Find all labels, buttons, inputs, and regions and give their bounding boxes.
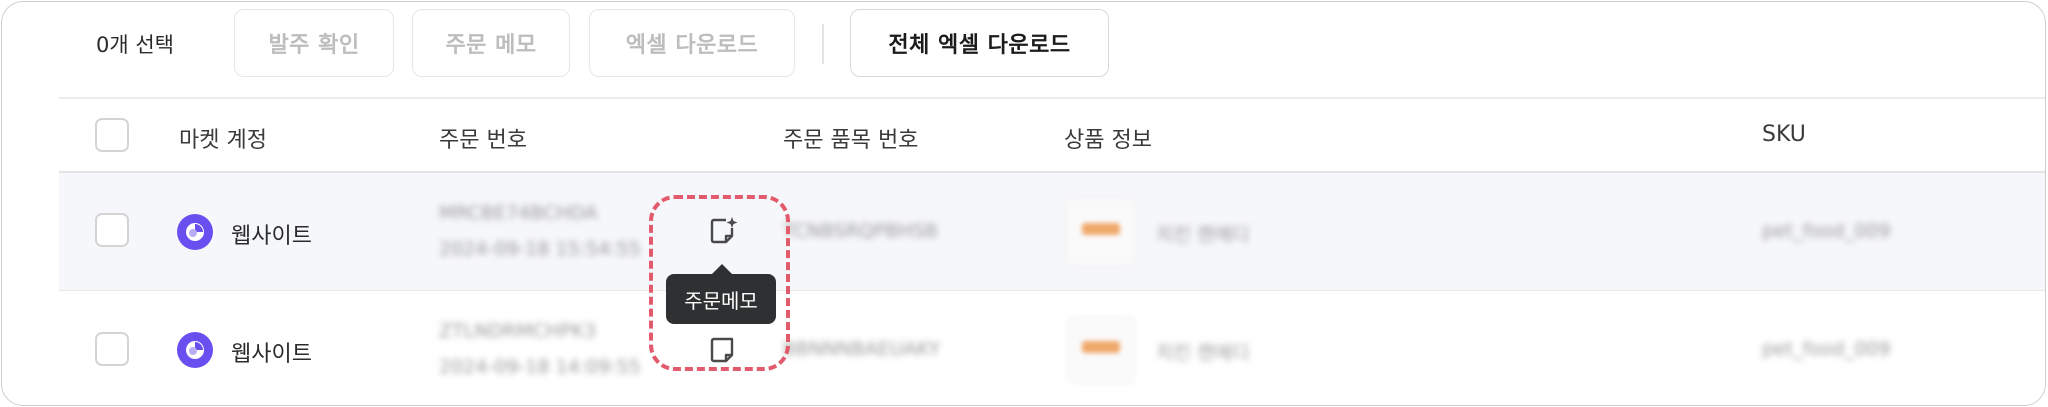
- product-thumbnail: [1067, 316, 1135, 384]
- market-name: 웹사이트: [231, 224, 312, 249]
- toolbar-divider: [822, 24, 824, 64]
- sku-value: pet_food_009: [1762, 220, 1891, 242]
- row-checkbox[interactable]: [95, 213, 129, 247]
- select-all-checkbox[interactable]: [95, 118, 129, 152]
- column-order-item-number: 주문 품목 번호: [783, 128, 919, 153]
- product-badge: [1082, 341, 1120, 353]
- order-datetime: 2024-09-18 14:09:55: [439, 356, 641, 378]
- full-excel-download-button[interactable]: 전체 엑셀 다운로드: [850, 9, 1109, 77]
- table-row[interactable]: [59, 173, 2045, 290]
- product-thumbnail: [1067, 198, 1135, 266]
- sku-value: pet_food_009: [1762, 338, 1891, 360]
- order-item-number: BBNNNBAEUAKY: [783, 338, 941, 360]
- order-number: MRCBE74BCHDA: [439, 202, 598, 224]
- order-datetime: 2024-09-18 15:54:55: [439, 238, 641, 260]
- order-list-panel: 0개 선택 발주 확인 주문 메모 엑셀 다운로드 전체 엑셀 다운로드 마켓 …: [1, 1, 2046, 406]
- market-name: 웹사이트: [231, 342, 312, 367]
- column-product-info: 상품 정보: [1064, 128, 1152, 153]
- product-name[interactable]: 치킨 캔에디: [1156, 338, 1249, 365]
- column-market-account: 마켓 계정: [179, 128, 267, 153]
- product-badge: [1082, 223, 1120, 235]
- market-logo-icon: [177, 332, 213, 368]
- order-item-number: TCNBSRQPBHSB: [783, 220, 938, 242]
- order-number: ZTLNDRMCHPK3: [439, 320, 597, 342]
- column-order-number: 주문 번호: [439, 128, 527, 153]
- product-name[interactable]: 치킨 캔에디: [1156, 220, 1249, 247]
- table-header: 마켓 계정 주문 번호 주문 품목 번호 상품 정보 SKU: [2, 98, 2045, 171]
- toolbar: 0개 선택 발주 확인 주문 메모 엑셀 다운로드 전체 엑셀 다운로드: [2, 2, 2045, 97]
- market-logo-icon: [177, 214, 213, 250]
- table-row[interactable]: [59, 291, 2045, 405]
- column-sku: SKU: [1762, 122, 1806, 147]
- row-checkbox[interactable]: [95, 332, 129, 366]
- confirm-order-button[interactable]: 발주 확인: [234, 9, 394, 77]
- selected-count: 0개 선택: [96, 33, 174, 57]
- order-memo-button[interactable]: 주문 메모: [412, 9, 570, 77]
- excel-download-button[interactable]: 엑셀 다운로드: [589, 9, 795, 77]
- highlight-annotation: [649, 195, 790, 371]
